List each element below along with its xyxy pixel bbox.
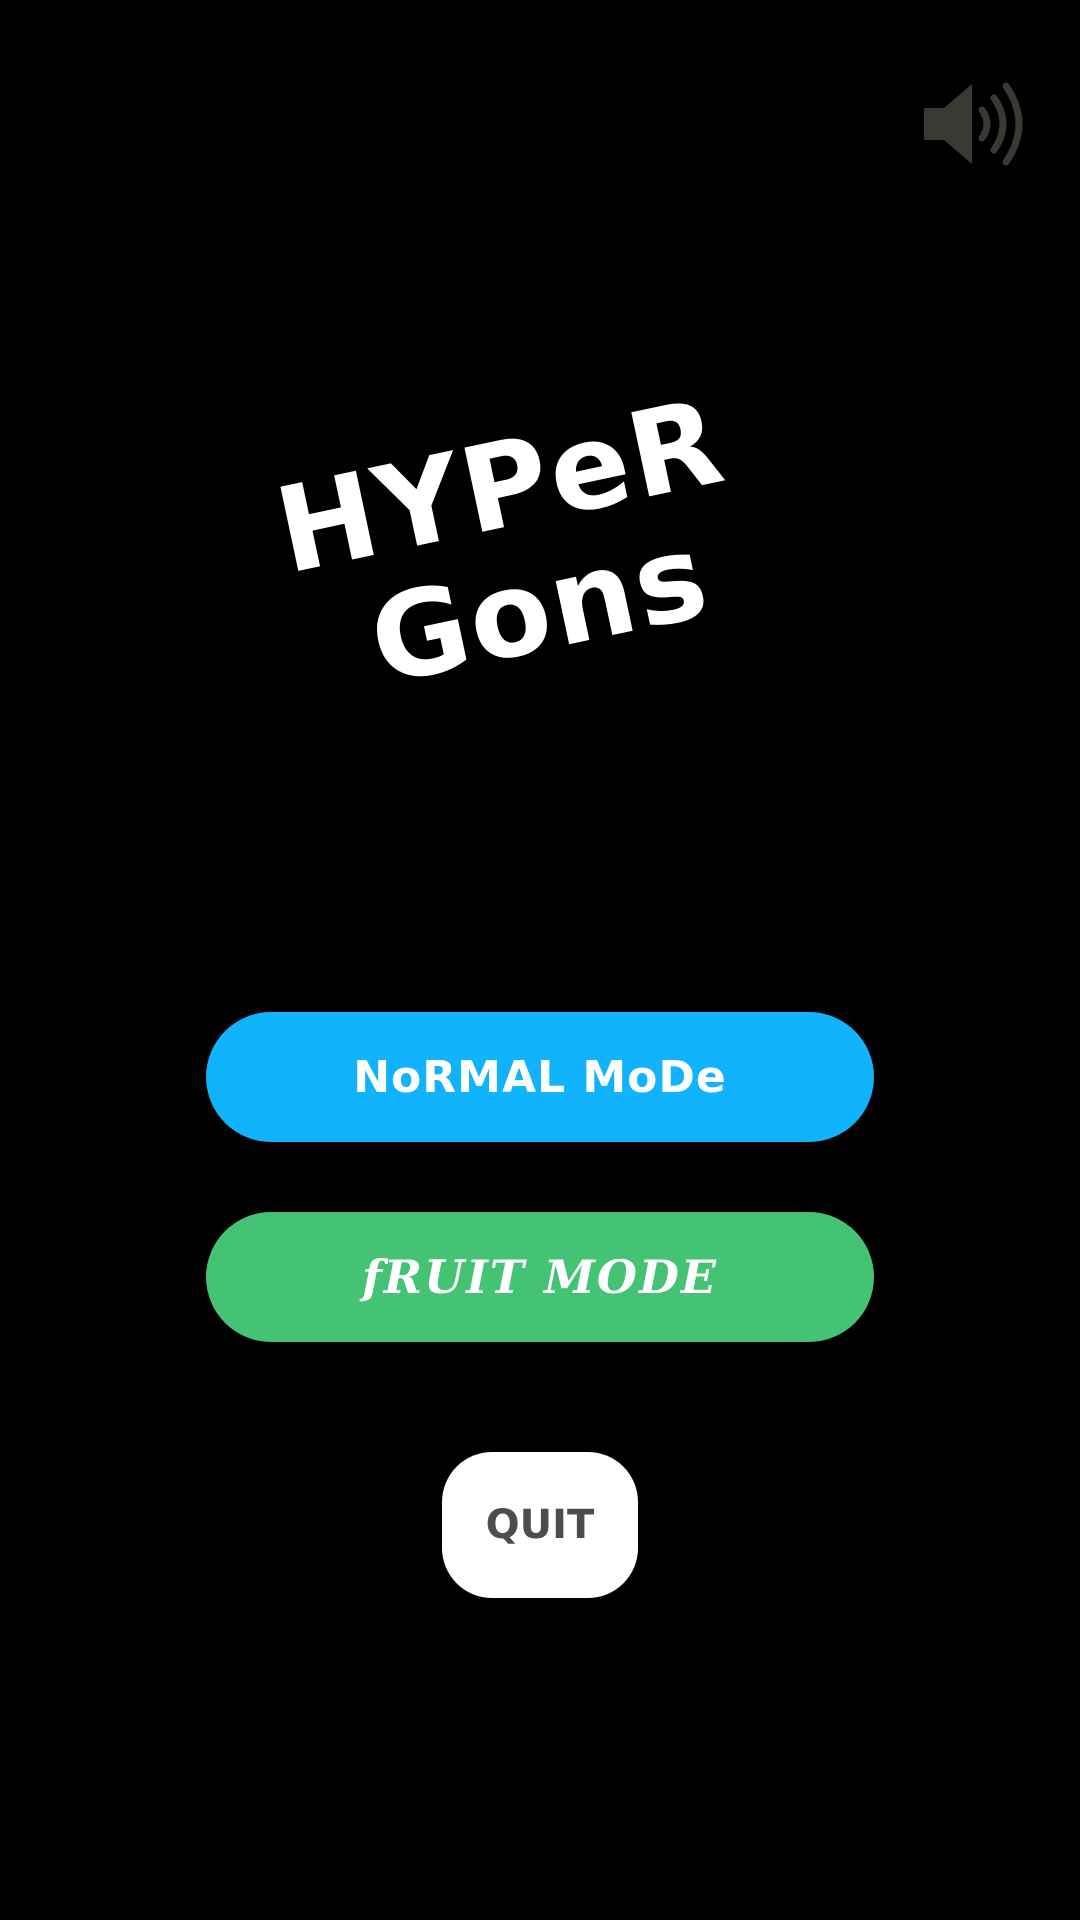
quit-button[interactable]: QUIT <box>442 1452 638 1598</box>
main-menu-screen: HYPeR Gons NoRMAL MoDe fRUIT MODE QUIT <box>0 0 1080 1920</box>
normal-mode-button[interactable]: NoRMAL MoDe <box>206 1012 874 1142</box>
sound-toggle-button[interactable] <box>918 78 1028 170</box>
game-title: HYPeR Gons <box>262 372 778 785</box>
fruit-mode-button[interactable]: fRUIT MODE <box>206 1212 874 1342</box>
fruit-mode-label: fRUIT MODE <box>362 1250 718 1304</box>
quit-label: QUIT <box>485 1502 595 1548</box>
speaker-volume-icon <box>924 82 1023 166</box>
normal-mode-label: NoRMAL MoDe <box>353 1051 727 1103</box>
